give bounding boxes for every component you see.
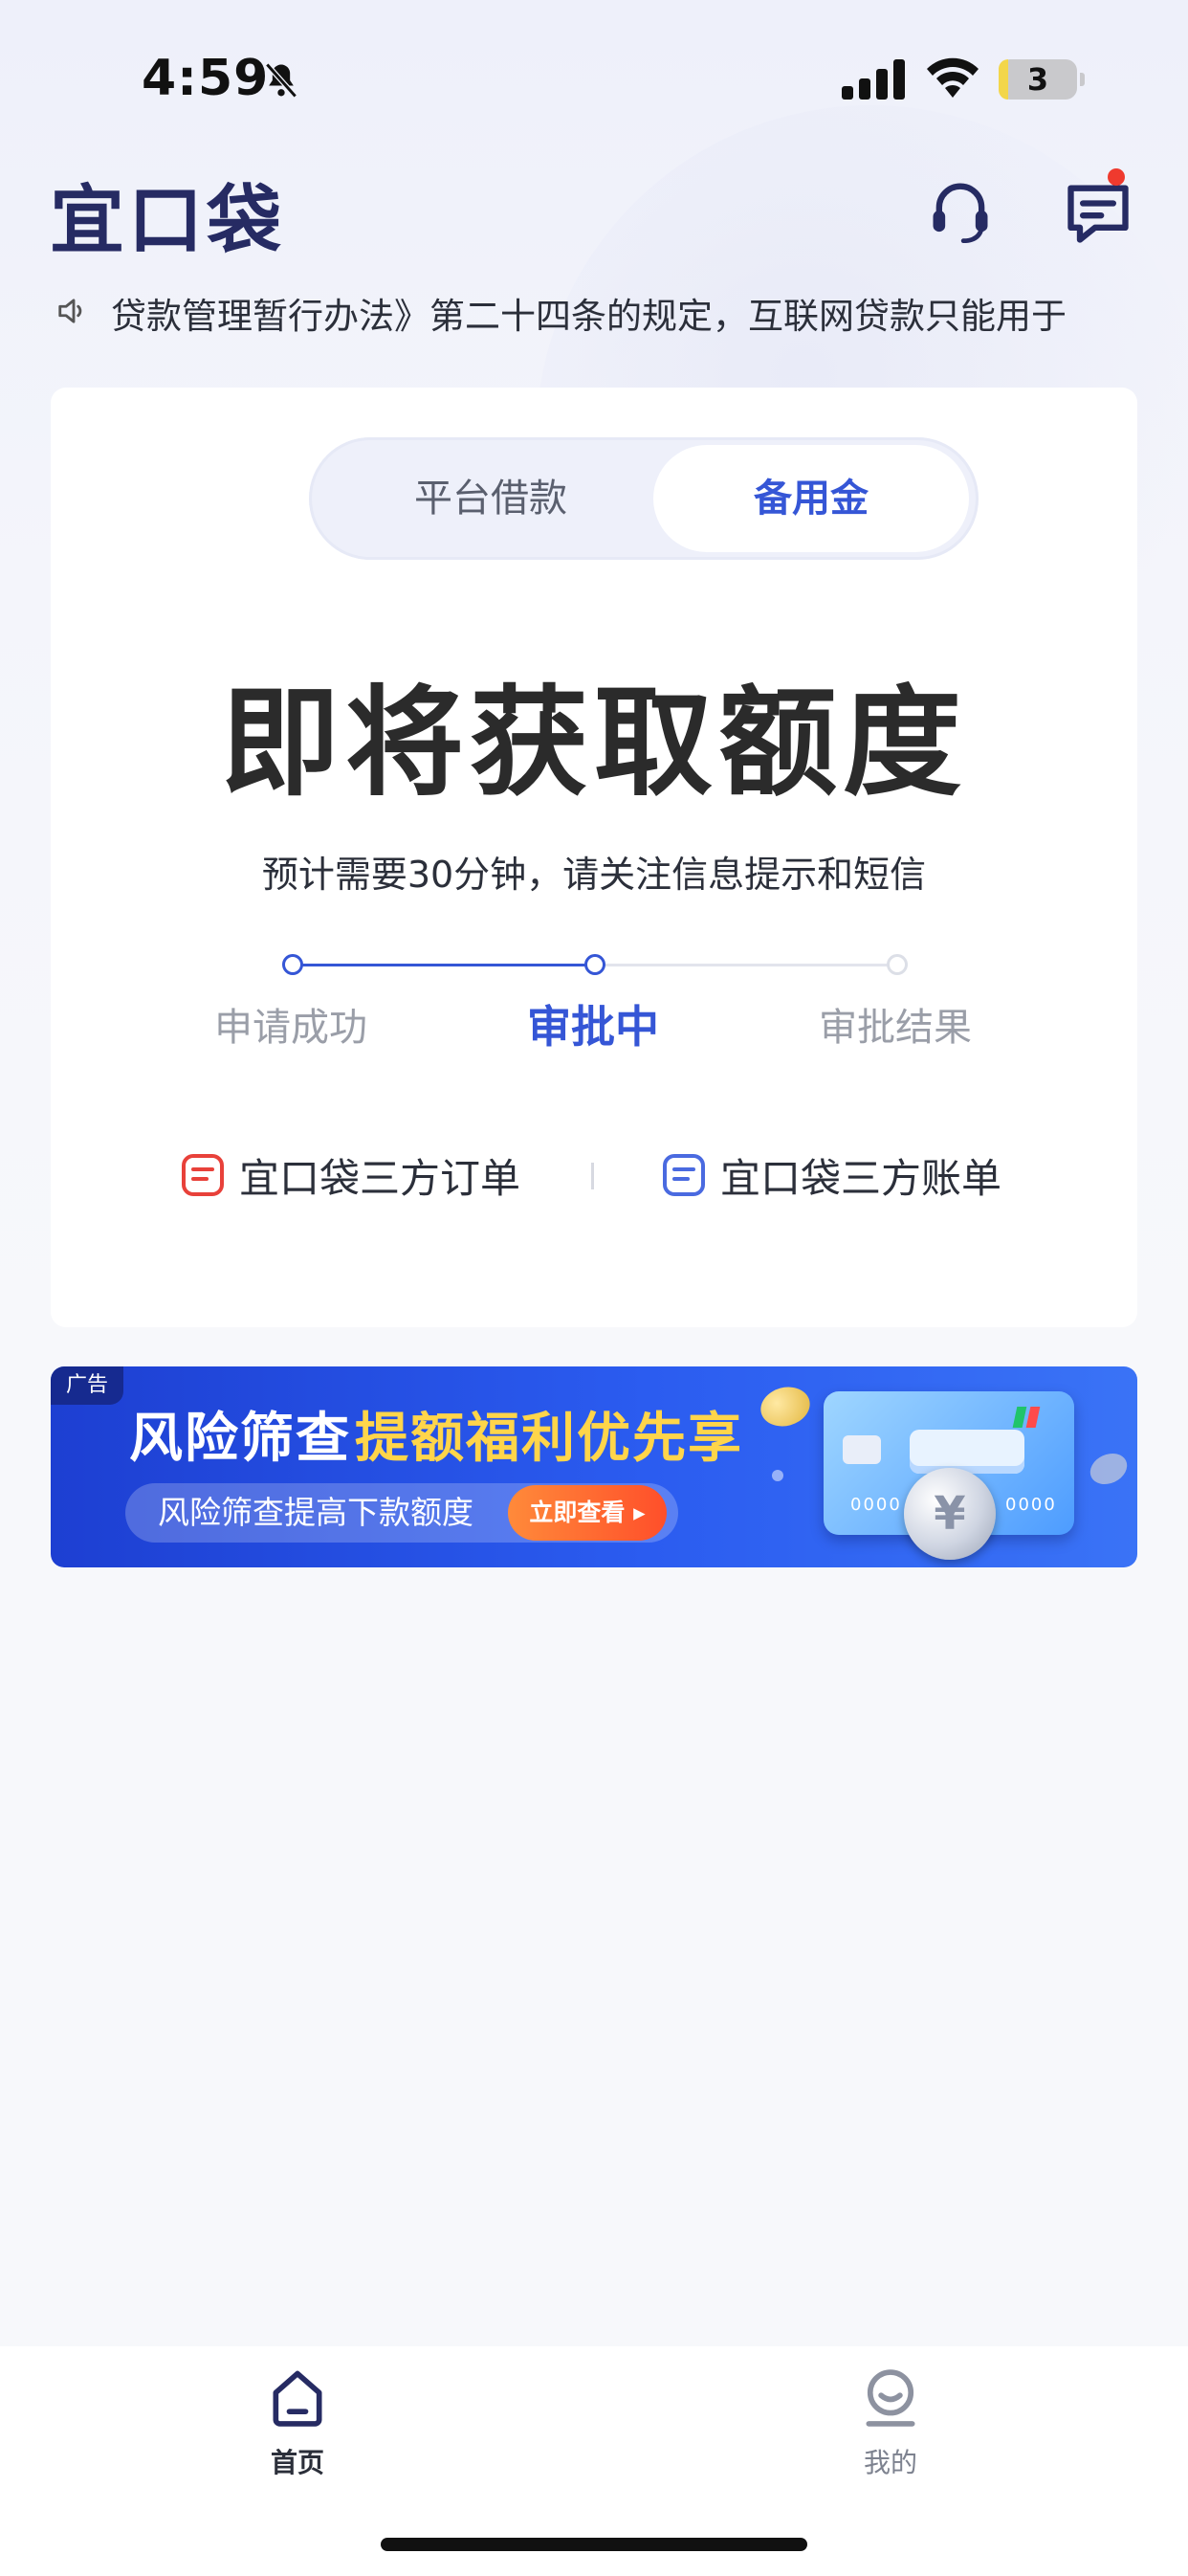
bills-link-label: 宜口袋三方账单	[720, 1154, 1002, 1202]
progress-dot-1	[282, 954, 303, 975]
tab-home-label: 首页	[270, 2447, 324, 2478]
sparkle-decoration	[772, 1470, 783, 1481]
card-stripe-green	[1012, 1407, 1027, 1428]
link-divider	[591, 1163, 594, 1189]
wifi-icon	[927, 57, 979, 98]
page-subtitle: 预计需要30分钟，请关注信息提示和短信	[261, 854, 927, 896]
status-bar: 4:59 3	[0, 0, 1188, 163]
grey-coin-decoration	[1085, 1447, 1133, 1491]
home-indicator	[381, 2538, 807, 2551]
step-reviewing: 审批中	[527, 1001, 659, 1053]
third-party-links: 宜口袋三方订单 宜口袋三方账单	[51, 1142, 1137, 1209]
step-applied: 申请成功	[214, 1006, 367, 1050]
battery-level: 3	[1026, 61, 1049, 98]
status-time: 4:59	[142, 50, 270, 107]
tab-mine[interactable]: 我的	[795, 2365, 986, 2480]
status-card: 平台借款 备用金 即将获取额度 预计需要30分钟，请关注信息提示和短信 申请成功…	[51, 388, 1137, 1327]
card-digits-right: 0000	[1005, 1495, 1057, 1515]
tab-platform-loan[interactable]: 平台借款	[338, 437, 644, 560]
ad-badge: 广告	[51, 1366, 123, 1405]
tab-mine-label: 我的	[863, 2447, 917, 2478]
step-result: 审批结果	[819, 1006, 972, 1050]
promo-banner[interactable]: 广告 风险筛查 提额福利优先享 风险筛查提高下款额度 立即查看 ▸ 0000 0…	[51, 1366, 1137, 1567]
loan-type-toggle: 平台借款 备用金	[309, 437, 979, 560]
app-logo: 宜口袋	[50, 178, 286, 264]
notice-text: 贷款管理暂行办法》第二十四条的规定，互联网贷款只能用于	[111, 296, 1067, 337]
view-now-button[interactable]: 立即查看 ▸	[508, 1485, 667, 1541]
signal-icon	[842, 59, 905, 100]
order-icon	[182, 1154, 224, 1196]
orders-link-label: 宜口袋三方订单	[239, 1154, 521, 1202]
speaker-icon	[58, 299, 82, 323]
progress-line-pending	[594, 964, 896, 966]
progress-track	[282, 954, 915, 977]
gold-coin-decoration	[756, 1381, 815, 1432]
message-icon[interactable]	[1062, 176, 1134, 249]
bill-icon	[663, 1154, 705, 1196]
card-slot	[910, 1430, 1024, 1474]
app-screen: 4:59 3 宜口袋 贷款管理暂行办法》第二十四条的规定，互联网贷款只能用于 平…	[0, 0, 1188, 2576]
banner-pill-text: 风险筛查提高下款额度	[158, 1494, 473, 1531]
progress-dot-2	[584, 954, 605, 975]
notice-marquee[interactable]: 贷款管理暂行办法》第二十四条的规定，互联网贷款只能用于	[55, 283, 1136, 341]
notification-dot	[1108, 168, 1125, 186]
tab-reserve-fund[interactable]: 备用金	[653, 445, 969, 552]
orders-link[interactable]: 宜口袋三方订单	[180, 1142, 520, 1209]
headset-icon[interactable]	[924, 174, 997, 247]
bell-slash-icon	[265, 62, 297, 99]
home-icon	[273, 2370, 322, 2427]
progress-line-done	[292, 964, 594, 966]
card-chip	[843, 1435, 881, 1464]
banner-title-highlight: 提额福利优先享	[355, 1408, 743, 1470]
bills-link[interactable]: 宜口袋三方账单	[661, 1142, 1001, 1209]
tab-home[interactable]: 首页	[202, 2365, 393, 2480]
silver-coin-illustration: ¥	[904, 1468, 996, 1560]
banner-title-primary: 风险筛查	[129, 1408, 351, 1470]
progress-dot-3	[887, 954, 908, 975]
battery-icon: 3	[999, 59, 1085, 100]
page-title: 即将获取额度	[220, 675, 967, 812]
profile-icon	[866, 2369, 915, 2427]
card-digits-left: 0000	[850, 1495, 902, 1515]
card-stripe-red	[1025, 1407, 1041, 1428]
